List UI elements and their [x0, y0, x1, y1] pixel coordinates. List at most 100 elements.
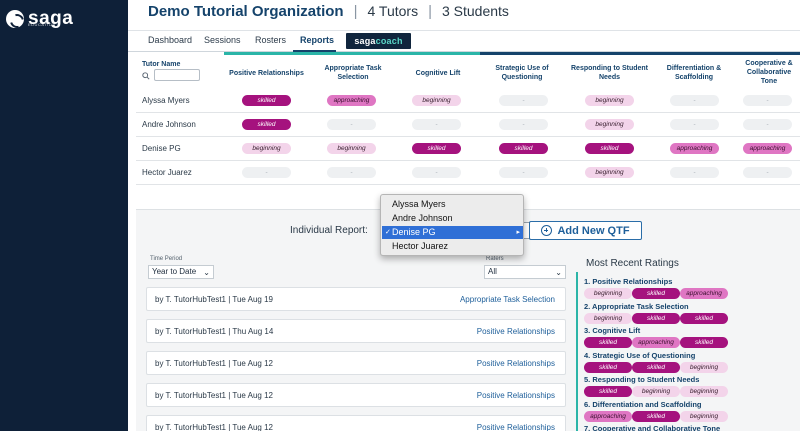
rating-pill[interactable]: skilled — [632, 410, 680, 422]
rating-pill[interactable]: - — [499, 95, 548, 106]
tutor-name: Denise PG — [142, 144, 181, 153]
rating-pill[interactable]: beginning — [585, 167, 634, 178]
rating-pill[interactable]: - — [499, 119, 548, 130]
org-title: Demo Tutorial Organization — [148, 3, 344, 20]
rating-pill[interactable]: beginning — [632, 386, 680, 397]
dropdown-option[interactable]: ✓ ▸ Denise PG — [382, 226, 523, 239]
rating-pill[interactable]: beginning — [680, 386, 728, 397]
rating-pill[interactable]: skilled — [584, 361, 632, 373]
tutor-dropdown-menu: Alyssa Myers Andre Johnson ✓ ▸ Denise PG Hect… — [380, 194, 524, 256]
table-row[interactable]: Hector Juarez - - - - beginning - - — [136, 161, 800, 185]
qtf-skill-link[interactable]: Positive Relationships — [477, 327, 555, 336]
tab-reports[interactable]: Reports — [300, 35, 334, 45]
rating-pill[interactable]: - — [499, 167, 548, 178]
rating-pill[interactable]: skilled — [632, 361, 680, 373]
qtf-card[interactable]: by T. TutorHubTest1 | Tue Aug 19 Appropri… — [146, 287, 566, 311]
rating-pill[interactable]: approaching — [743, 143, 792, 154]
rating-pill[interactable]: beginning — [327, 143, 376, 154]
rating-pill[interactable]: - — [743, 167, 792, 178]
rating-pill[interactable]: - — [670, 119, 719, 130]
rating-pill[interactable]: skilled — [412, 143, 461, 154]
dropdown-option[interactable]: Andre Johnson — [382, 212, 523, 225]
rating-pill[interactable]: beginning — [584, 288, 632, 299]
dropdown-option[interactable]: Alyssa Myers — [382, 198, 523, 211]
recent-rating-skill: 7. Cooperative and Collaborative Tone — [584, 424, 721, 431]
rating-pill[interactable]: - — [412, 167, 461, 178]
rating-pill[interactable]: skilled — [242, 95, 291, 106]
rating-pill[interactable]: skilled — [585, 143, 634, 154]
rating-pill[interactable]: skilled — [632, 288, 680, 299]
rating-pill[interactable]: skilled — [584, 386, 632, 397]
rating-pill[interactable]: beginning — [680, 361, 728, 373]
tab-rosters[interactable]: Rosters — [255, 35, 286, 45]
table-row[interactable]: Denise PG beginning beginning skilled skille… — [136, 137, 800, 161]
tab-dashboard[interactable]: Dashboard — [148, 35, 192, 45]
rating-pill[interactable]: approaching — [670, 143, 719, 154]
recent-rating-skill: 3. Cognitive Lift — [584, 326, 641, 335]
add-new-qtf-button[interactable]: Add New QTF — [529, 221, 642, 240]
qtf-skill-link[interactable]: Positive Relationships — [477, 423, 555, 431]
recent-rating-item: 5. Responding to Student Needs skilled beg… — [584, 375, 800, 398]
rating-pill[interactable]: beginning — [585, 95, 634, 106]
rating-pill[interactable]: beginning — [242, 143, 291, 154]
column-header: Differentiation & Scaffolding — [666, 65, 722, 81]
recent-rating-skill: 4. Strategic Use of Questioning — [584, 350, 696, 360]
rating-pill[interactable]: - — [743, 95, 792, 106]
rating-pill[interactable]: skilled — [680, 337, 728, 348]
rating-pill[interactable]: approaching — [632, 337, 680, 348]
sidebar: saga EDUCATION — [0, 0, 128, 431]
chevron-down-icon: ⌄ — [203, 268, 210, 277]
rating-pill[interactable]: - — [242, 167, 291, 178]
coach-badge-a: saga — [354, 36, 376, 46]
recent-rating-item: 6. Differentiation and Scaffolding approa… — [584, 400, 800, 423]
qtf-skill-link[interactable]: Positive Relationships — [477, 359, 555, 368]
rating-pill[interactable]: approaching — [584, 410, 632, 422]
rating-pill[interactable]: skilled — [499, 143, 548, 154]
time-period-select[interactable]: Year to Date ⌄ — [148, 265, 214, 279]
raters-select[interactable]: All ⌄ — [484, 265, 566, 279]
tutor-name-header: Tutor Name — [142, 61, 181, 68]
table-row[interactable]: Andre Johnson skilled - - - beginning - - — [136, 113, 800, 137]
rating-pill[interactable]: - — [670, 95, 719, 106]
rating-pill[interactable]: - — [327, 119, 376, 130]
rating-pill[interactable]: approaching — [327, 95, 376, 106]
ratings-table-header: Tutor Name Positive Relationships Approp… — [128, 58, 800, 88]
dropdown-option[interactable]: Hector Juarez — [382, 240, 523, 253]
qtf-card[interactable]: by T. TutorHubTest1 | Thu Aug 14 Positive… — [146, 319, 566, 343]
student-count: 3 Students — [441, 3, 509, 19]
table-row[interactable]: Alyssa Myers skilled approaching beginning -… — [136, 89, 800, 113]
tutor-search-input[interactable] — [154, 69, 200, 81]
qtf-skill-link[interactable]: Positive Relationships — [477, 391, 555, 400]
rating-pill[interactable]: beginning — [584, 312, 632, 324]
rating-pill[interactable]: - — [327, 167, 376, 178]
dropdown-option-label: Hector Juarez — [392, 241, 449, 251]
rating-pill[interactable]: - — [743, 119, 792, 130]
accent-bar-navy — [480, 52, 800, 55]
sagacoach-tab[interactable]: saga coach — [346, 33, 411, 49]
recent-rating-pills: skilled beginning beginning — [584, 385, 800, 398]
tutor-name: Andre Johnson — [142, 120, 196, 129]
chevron-down-icon: ⌄ — [555, 268, 562, 277]
rating-pill[interactable]: skilled — [632, 312, 680, 324]
rating-pill[interactable]: skilled — [680, 312, 728, 324]
time-period-label: Time Period — [150, 256, 183, 262]
column-header: Strategic Use of Questioning — [495, 65, 549, 81]
rating-pill[interactable]: skilled — [584, 337, 632, 348]
rating-pill[interactable]: - — [412, 119, 461, 130]
qtf-card[interactable]: by T. TutorHubTest1 | Tue Aug 12 Positive… — [146, 351, 566, 375]
rating-pill[interactable]: beginning — [680, 410, 728, 422]
qtf-card[interactable]: by T. TutorHubTest1 | Tue Aug 12 Positive… — [146, 383, 566, 407]
qtf-author-date: by T. TutorHubTest1 | Tue Aug 12 — [155, 359, 274, 368]
raters-value: All — [488, 267, 497, 276]
rating-pill[interactable]: approaching — [680, 288, 728, 299]
rating-pill[interactable]: - — [670, 167, 719, 178]
rating-pill[interactable]: skilled — [242, 119, 291, 130]
search-icon — [142, 72, 150, 80]
column-header: Cooperative & Collaborative Tone — [745, 60, 793, 85]
recent-rating-pills: approaching skilled beginning — [584, 410, 800, 423]
rating-pill[interactable]: beginning — [412, 95, 461, 106]
qtf-card[interactable]: by T. TutorHubTest1 | Tue Aug 12 Positive… — [146, 415, 566, 431]
tab-sessions[interactable]: Sessions — [204, 35, 241, 45]
qtf-skill-link[interactable]: Appropriate Task Selection — [460, 295, 555, 304]
rating-pill[interactable]: beginning — [585, 119, 634, 130]
